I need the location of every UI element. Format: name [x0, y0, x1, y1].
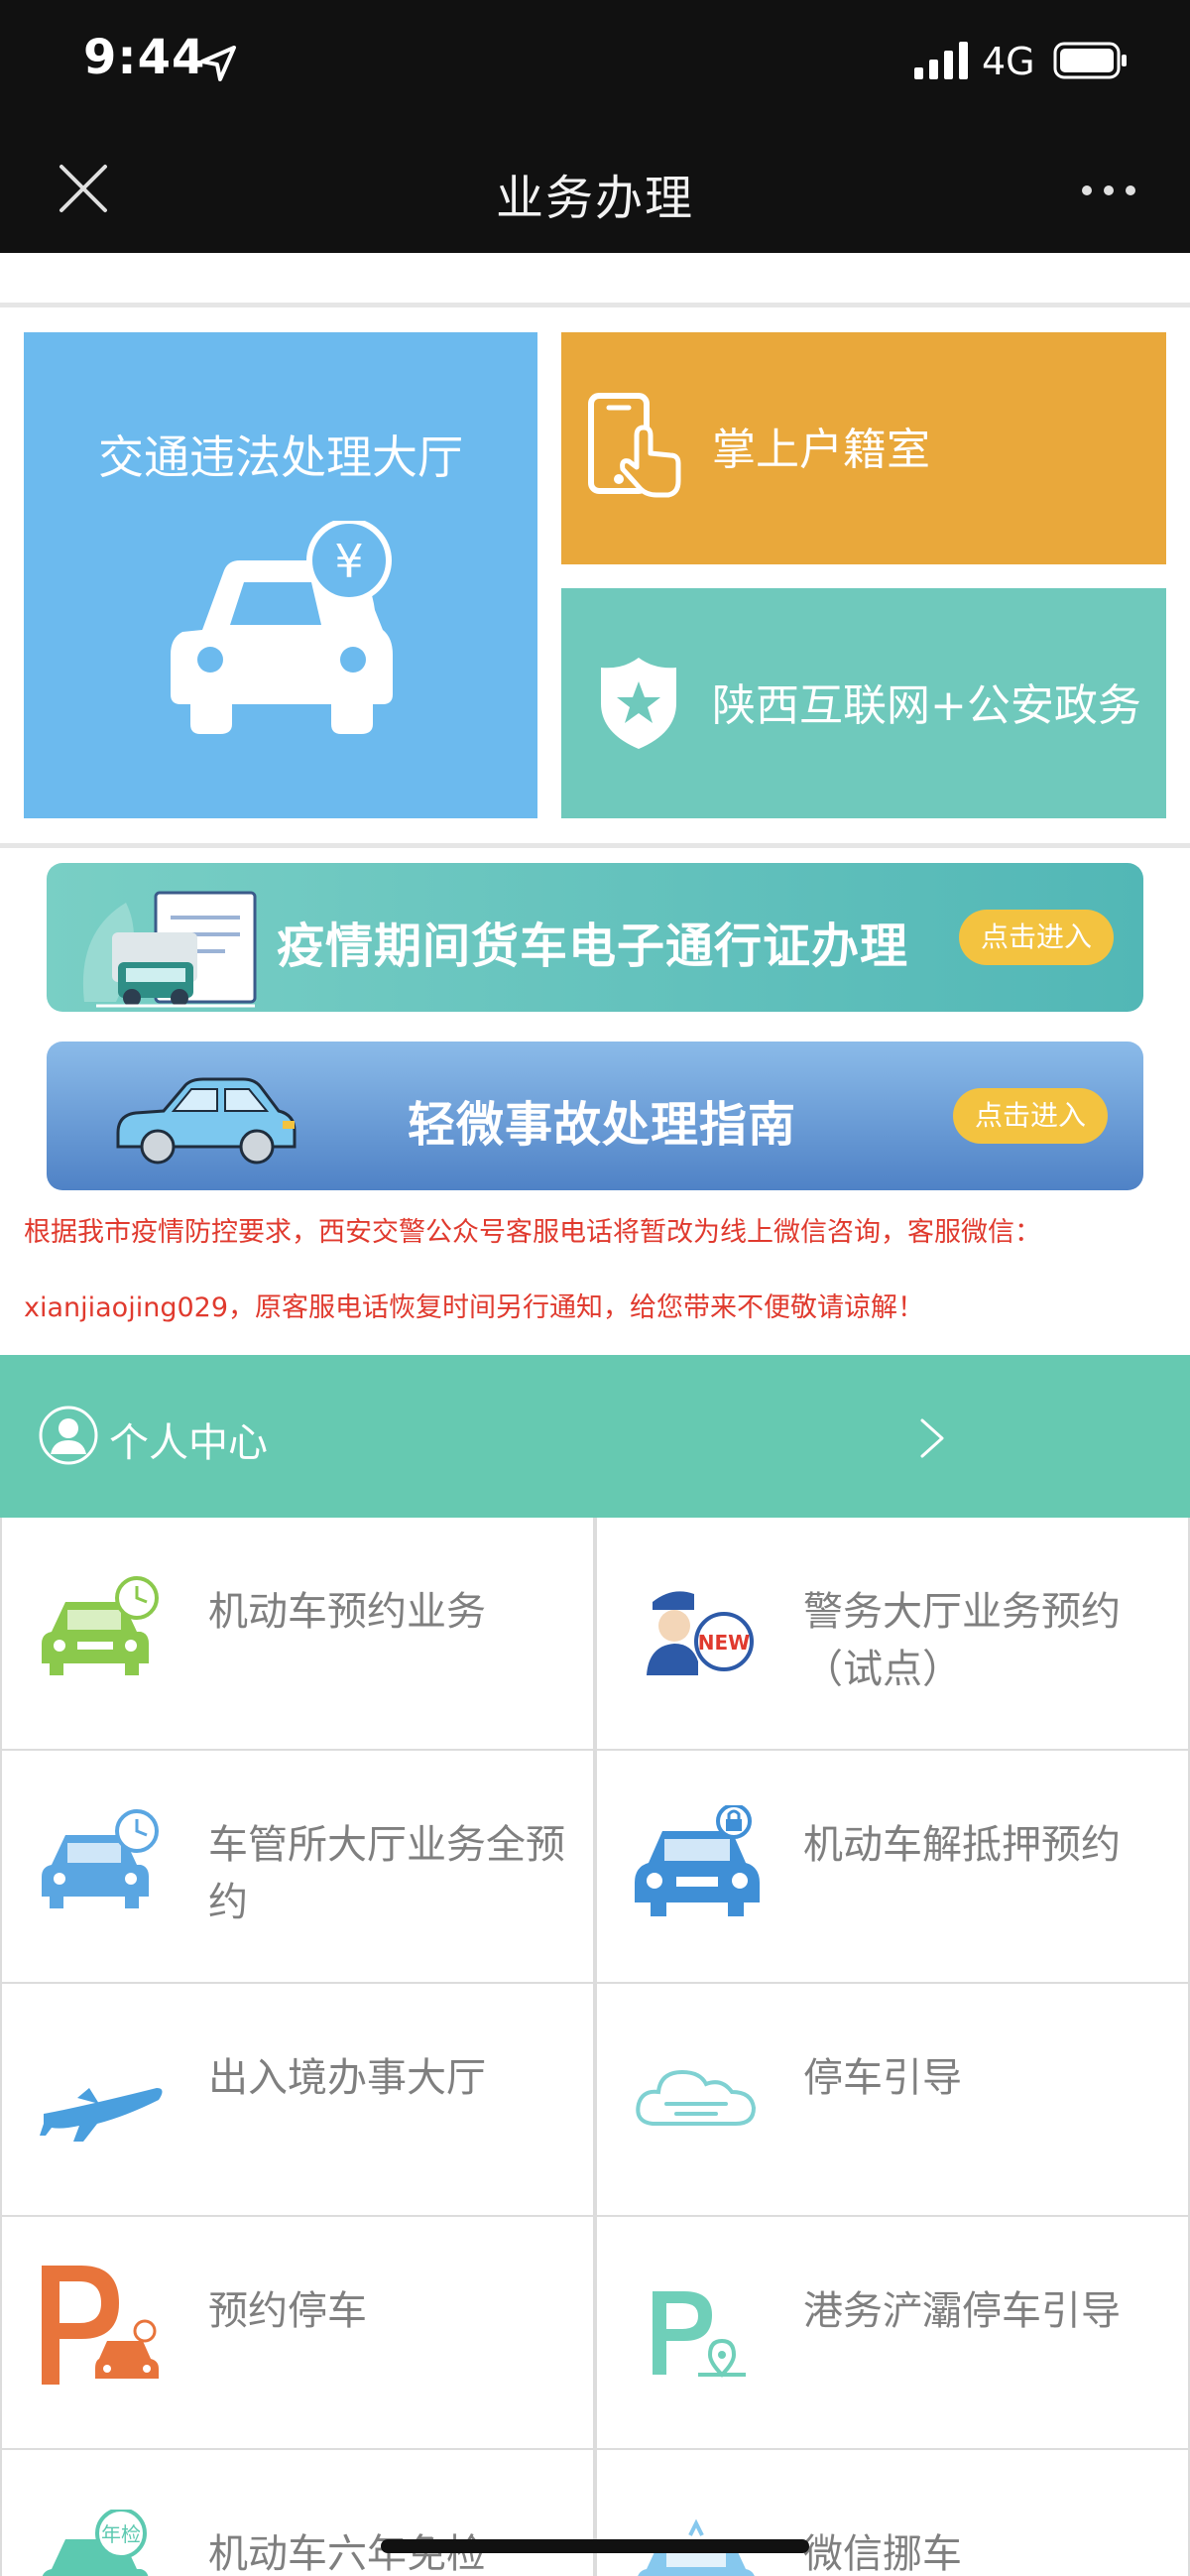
- minor-accident-guide-title: 轻微事故处理指南: [408, 1097, 797, 1153]
- parking-reserve-icon: [42, 2266, 159, 2385]
- grid-item-label: 预约停车: [208, 2288, 367, 2334]
- shield-star-icon: [601, 658, 676, 749]
- covid-truck-pass-enter-button[interactable]: 点击进入: [959, 910, 1114, 965]
- covid-truck-pass-banner[interactable]: 疫情期间货车电子通行证办理 点击进入: [47, 863, 1143, 1012]
- annual-inspection-icon: 年检: [42, 2510, 149, 2576]
- grid-item-label: 车管所大厅业务全预约: [208, 1822, 565, 1925]
- grid-item-reserve-parking[interactable]: 预约停车: [0, 2217, 595, 2450]
- traffic-violation-hall-tile[interactable]: 交通违法处理大厅 ¥: [24, 332, 537, 818]
- service-grid: 机动车预约业务 NEW 警务大厅业务预约（试点） 车管所大厅业务全预约 机动车解…: [0, 1518, 1190, 2576]
- grid-item-label: 停车引导: [803, 2055, 962, 2101]
- grid-item-label: 出入境办事大厅: [208, 2055, 486, 2101]
- divider: [0, 303, 1190, 307]
- grid-item-police-hall-appointment[interactable]: NEW 警务大厅业务预约（试点）: [595, 1518, 1190, 1751]
- grid-item-parking-guide[interactable]: 停车引导: [595, 1984, 1190, 2217]
- grid-item-label: 警务大厅业务预约（试点）: [803, 1589, 1121, 1692]
- parking-guide-icon: [636, 2069, 757, 2126]
- car-clock-icon: [42, 1576, 159, 1675]
- status-time: 9:44: [83, 30, 206, 85]
- notice-line-1: 根据我市疫情防控要求，西安交警公众号客服电话将暂改为线上微信咨询，客服微信：: [24, 1217, 1041, 1248]
- grid-item-six-year-exemption[interactable]: 年检 机动车六年免检: [0, 2450, 595, 2576]
- divider: [0, 843, 1190, 848]
- inspection-badge: 年检: [101, 2522, 141, 2546]
- grid-item-wechat-move-car[interactable]: 微信挪车: [595, 2450, 1190, 2576]
- minor-accident-guide-banner[interactable]: 轻微事故处理指南 点击进入: [47, 1042, 1143, 1190]
- grid-item-port-parking-guide[interactable]: 港务浐灞停车引导: [595, 2217, 1190, 2450]
- household-registry-label: 掌上户籍室: [712, 425, 930, 475]
- chevron-right-icon[interactable]: [912, 1414, 952, 1462]
- status-bar: 9:44 4G: [0, 0, 1190, 129]
- minor-accident-guide-enter-button[interactable]: 点击进入: [953, 1088, 1108, 1144]
- blue-car-icon: [116, 1077, 297, 1165]
- shaanxi-police-gov-label: 陕西互联网+公安政务: [712, 680, 1141, 731]
- covid-truck-pass-title: 疫情期间货车电子通行证办理: [277, 919, 909, 974]
- yen-symbol: ¥: [334, 535, 363, 588]
- truck-document-icon: [82, 891, 257, 1008]
- battery-icon: [1053, 42, 1127, 79]
- traffic-violation-hall-label: 交通违法处理大厅: [98, 430, 463, 484]
- page-title: 业务办理: [495, 171, 694, 226]
- notice-line-2: xianjiaojing029，原客服电话恢复时间另行通知，给您带来不便敬请谅解…: [24, 1292, 924, 1323]
- car-clock-icon: [42, 1809, 159, 1908]
- grid-item-label: 机动车预约业务: [208, 1589, 486, 1635]
- grid-item-vehicle-mortgage[interactable]: 机动车解抵押预约: [595, 1751, 1190, 1984]
- grid-item-exit-entry-hall[interactable]: 出入境办事大厅: [0, 1984, 595, 2217]
- personal-center-header[interactable]: 个人中心: [0, 1355, 1190, 1518]
- car-lock-icon: [635, 1805, 760, 1916]
- grid-item-dmv-full-appointment[interactable]: 车管所大厅业务全预约: [0, 1751, 595, 1984]
- svg-text:NEW: NEW: [698, 1631, 750, 1655]
- grid-item-vehicle-appointment[interactable]: 机动车预约业务: [0, 1518, 595, 1751]
- user-avatar-icon: [39, 1406, 98, 1465]
- phone-tap-icon: [588, 393, 681, 498]
- parking-location-icon: [653, 2291, 746, 2378]
- airplane-icon: [40, 2088, 163, 2142]
- more-options-icon[interactable]: [1077, 179, 1140, 202]
- household-registry-tile[interactable]: 掌上户籍室: [561, 332, 1166, 564]
- title-bar: 业务办理: [0, 129, 1190, 253]
- grid-item-label: 微信挪车: [803, 2531, 962, 2576]
- shaanxi-police-gov-tile[interactable]: 陕西互联网+公安政务: [561, 588, 1166, 818]
- car-yen-icon: ¥: [171, 521, 393, 734]
- police-new-icon: NEW: [647, 1591, 754, 1675]
- signal-strength-icon: [914, 42, 968, 79]
- network-type: 4G: [982, 40, 1035, 83]
- location-arrow-icon: [200, 46, 236, 81]
- home-indicator[interactable]: [381, 2539, 809, 2553]
- personal-center-label: 个人中心: [109, 1420, 268, 1466]
- grid-item-label: 机动车解抵押预约: [803, 1822, 1121, 1868]
- grid-item-label: 港务浐灞停车引导: [803, 2288, 1121, 2334]
